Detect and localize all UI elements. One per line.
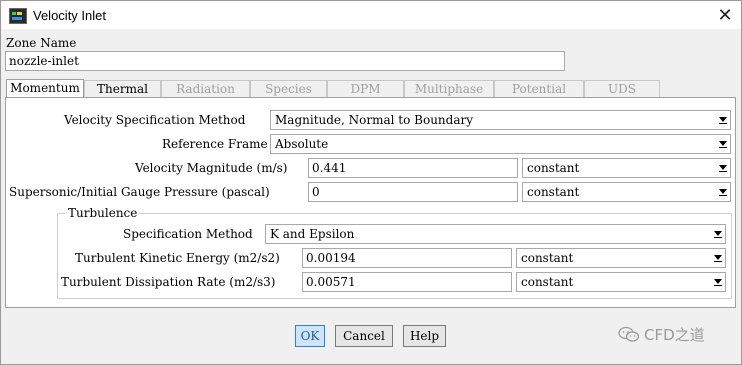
gauge-pressure-field[interactable]: 0 xyxy=(308,182,518,202)
dissipation-rate-profile-dropdown[interactable]: constant xyxy=(516,272,726,292)
kinetic-energy-label: Turbulent Kinetic Energy (m2/s2) xyxy=(75,251,280,265)
gauge-pressure-profile-dropdown[interactable]: constant xyxy=(522,182,731,202)
chevron-down-icon xyxy=(714,255,722,262)
close-button[interactable]: ✕ xyxy=(714,5,736,25)
turbulence-spec-label: Specification Method xyxy=(123,227,253,241)
velocity-magnitude-field[interactable]: 0.441 xyxy=(308,158,518,178)
velocity-magnitude-label: Velocity Magnitude (m/s) xyxy=(135,161,288,175)
tab-species: Species xyxy=(250,80,327,97)
chevron-down-icon xyxy=(719,189,727,196)
watermark-text: CFD之道 xyxy=(644,326,705,344)
zone-name-field[interactable]: nozzle-inlet xyxy=(5,51,565,71)
gauge-pressure-label: Supersonic/Initial Gauge Pressure (pasca… xyxy=(9,185,270,199)
help-button[interactable]: Help xyxy=(403,325,446,347)
velocity-spec-label: Velocity Specification Method xyxy=(64,113,246,127)
chevron-down-icon xyxy=(719,141,727,148)
kinetic-energy-field[interactable]: 0.00194 xyxy=(302,248,512,268)
turbulence-group-title: Turbulence xyxy=(66,206,140,220)
turbulence-spec-dropdown[interactable]: K and Epsilon xyxy=(265,224,726,244)
velocity-spec-dropdown[interactable]: Magnitude, Normal to Boundary xyxy=(270,110,731,130)
dissipation-rate-label: Turbulent Dissipation Rate (m2/s3) xyxy=(61,275,276,289)
chevron-down-icon xyxy=(719,117,727,124)
velocity-magnitude-profile-dropdown[interactable]: constant xyxy=(522,158,731,178)
tab-potential: Potential xyxy=(494,80,584,97)
tab-dpm: DPM xyxy=(327,80,404,97)
cancel-button[interactable]: Cancel xyxy=(335,325,393,347)
tab-radiation: Radiation xyxy=(161,80,250,97)
ok-button[interactable]: OK xyxy=(295,325,325,347)
chevron-down-icon xyxy=(714,231,722,238)
window-title: Velocity Inlet xyxy=(33,8,106,23)
wechat-icon xyxy=(618,326,640,342)
tab-momentum[interactable]: Momentum xyxy=(6,79,84,98)
app-icon xyxy=(9,8,27,24)
zone-name-label: Zone Name xyxy=(6,36,77,50)
tab-multiphase: Multiphase xyxy=(404,80,494,97)
close-icon: ✕ xyxy=(717,5,733,25)
reference-frame-label: Reference Frame xyxy=(162,137,268,151)
title-bar: Velocity Inlet ✕ xyxy=(1,1,741,29)
chevron-down-icon xyxy=(719,165,727,172)
reference-frame-dropdown[interactable]: Absolute xyxy=(270,134,731,154)
kinetic-energy-profile-dropdown[interactable]: constant xyxy=(516,248,726,268)
tab-uds: UDS xyxy=(584,80,660,97)
chevron-down-icon xyxy=(714,279,722,286)
dissipation-rate-field[interactable]: 0.00571 xyxy=(302,272,512,292)
tab-thermal[interactable]: Thermal xyxy=(84,80,161,97)
